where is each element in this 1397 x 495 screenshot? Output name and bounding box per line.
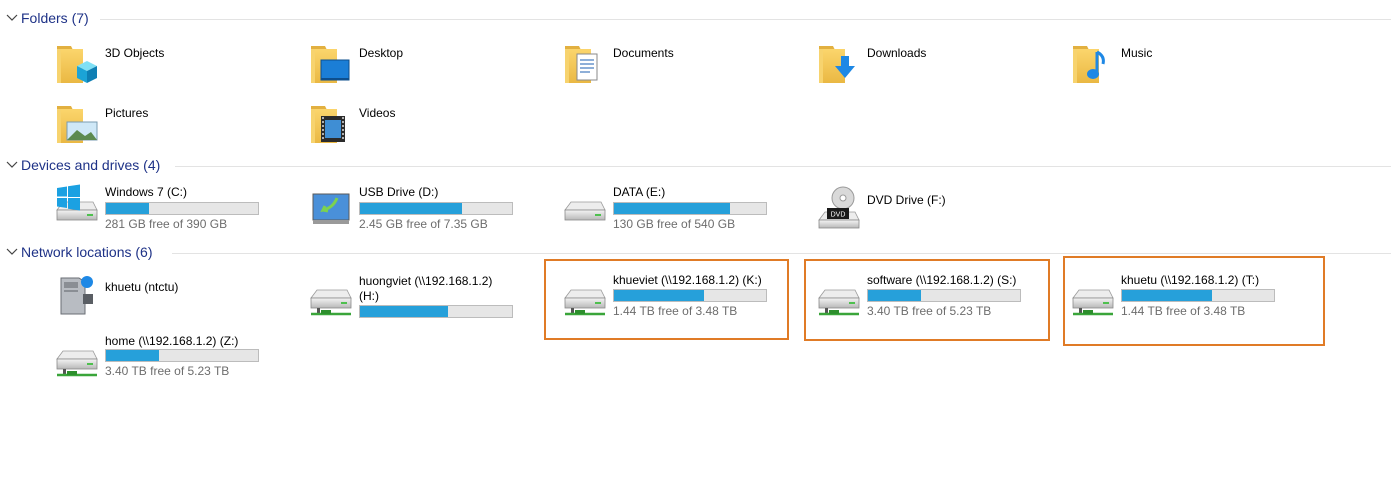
- group-header-devices[interactable]: Devices and drives (4): [0, 156, 1391, 176]
- svg-text:DVD: DVD: [831, 212, 846, 219]
- drive-free-text: 2.45 GB free of 7.35 GB: [359, 217, 488, 231]
- drive-label: USB Drive (D:): [359, 185, 439, 199]
- downloads-folder-icon: [815, 40, 855, 88]
- drive-usage-bar: [359, 305, 513, 318]
- folder-label: Downloads: [867, 46, 927, 60]
- folder-label: Pictures: [105, 106, 149, 120]
- folder-item-3d-objects[interactable]: 3D Objects: [53, 40, 307, 98]
- folder-item-pictures[interactable]: Pictures: [53, 100, 307, 158]
- highlight-box-t: [1063, 256, 1325, 346]
- folder-item-music[interactable]: Music: [1069, 40, 1323, 98]
- group-title: Folders (7): [21, 10, 89, 26]
- music-folder-icon: [1069, 40, 1105, 88]
- desktop-folder-icon: [307, 40, 350, 88]
- chevron-down-icon[interactable]: [6, 12, 18, 24]
- drive-usage-bar: [613, 202, 767, 215]
- drive-usage-bar: [359, 202, 513, 215]
- folder-label: 3D Objects: [105, 46, 165, 60]
- drive-free-text: 130 GB free of 540 GB: [613, 217, 736, 231]
- divider: [172, 253, 1391, 254]
- usage-fill: [106, 350, 160, 361]
- drive-label: Windows 7 (C:): [105, 185, 188, 199]
- folder-item-desktop[interactable]: Desktop: [307, 40, 561, 98]
- folder-label: Music: [1121, 46, 1153, 60]
- network-drive-icon: [307, 272, 355, 320]
- folder-item-videos[interactable]: Videos: [307, 100, 561, 158]
- windows-drive-icon: [53, 184, 101, 232]
- dvd-drive-icon: DVD: [818, 186, 860, 229]
- usage-fill: [360, 306, 449, 317]
- folder-item-downloads[interactable]: Downloads: [815, 40, 1069, 98]
- network-item-h[interactable]: huongviet (\\192.168.1.2) (H:): [307, 272, 561, 330]
- network-label: huongviet (\\192.168.1.2): [359, 274, 493, 288]
- folder-label: Documents: [613, 46, 674, 60]
- network-label: khuetu (ntctu): [105, 280, 179, 294]
- network-item-khuetu-ntctu[interactable]: khuetu (ntctu): [53, 272, 307, 330]
- chevron-down-icon[interactable]: [6, 159, 18, 171]
- 3d-objects-folder-icon: [53, 40, 97, 83]
- drive-free-text: 3.40 TB free of 5.23 TB: [105, 364, 230, 378]
- group-title: Network locations (6): [21, 244, 153, 260]
- group-header-folders[interactable]: Folders (7): [0, 9, 1391, 29]
- network-label-line2: (H:): [359, 289, 379, 303]
- divider: [175, 166, 1391, 167]
- pictures-folder-icon: [53, 100, 98, 148]
- usage-fill: [614, 203, 730, 214]
- network-item-z[interactable]: home (\\192.168.1.2) (Z:) 3.40 TB free o…: [53, 333, 307, 391]
- divider: [100, 19, 1391, 20]
- network-label: home (\\192.168.1.2) (Z:): [105, 334, 239, 348]
- drive-item-f[interactable]: DVD DVD Drive (F:): [815, 184, 1069, 242]
- group-title: Devices and drives (4): [21, 157, 161, 173]
- folder-item-documents[interactable]: Documents: [561, 40, 815, 98]
- highlight-box-k: [544, 259, 789, 340]
- chevron-down-icon[interactable]: [6, 246, 18, 258]
- highlight-box-s: [804, 259, 1050, 341]
- drive-label: DVD Drive (F:): [867, 193, 946, 207]
- documents-folder-icon: [561, 40, 598, 88]
- drive-label: DATA (E:): [613, 185, 666, 199]
- drive-item-d[interactable]: USB Drive (D:) 2.45 GB free of 7.35 GB: [307, 184, 561, 242]
- drive-free-text: 281 GB free of 390 GB: [105, 217, 228, 231]
- drive-usage-bar: [105, 349, 259, 362]
- drive-item-e[interactable]: DATA (E:) 130 GB free of 540 GB: [561, 184, 815, 242]
- videos-folder-icon: [307, 100, 345, 148]
- usage-fill: [360, 203, 462, 214]
- network-drive-icon: [53, 333, 101, 381]
- hard-drive-icon: [561, 184, 609, 232]
- usage-fill: [106, 203, 149, 214]
- folder-label: Desktop: [359, 46, 404, 60]
- drive-usage-bar: [105, 202, 259, 215]
- drive-item-c[interactable]: Windows 7 (C:) 281 GB free of 390 GB: [53, 184, 307, 242]
- usb-drive-icon: [312, 193, 350, 224]
- folder-label: Videos: [359, 106, 396, 120]
- network-computer-icon: [60, 276, 93, 315]
